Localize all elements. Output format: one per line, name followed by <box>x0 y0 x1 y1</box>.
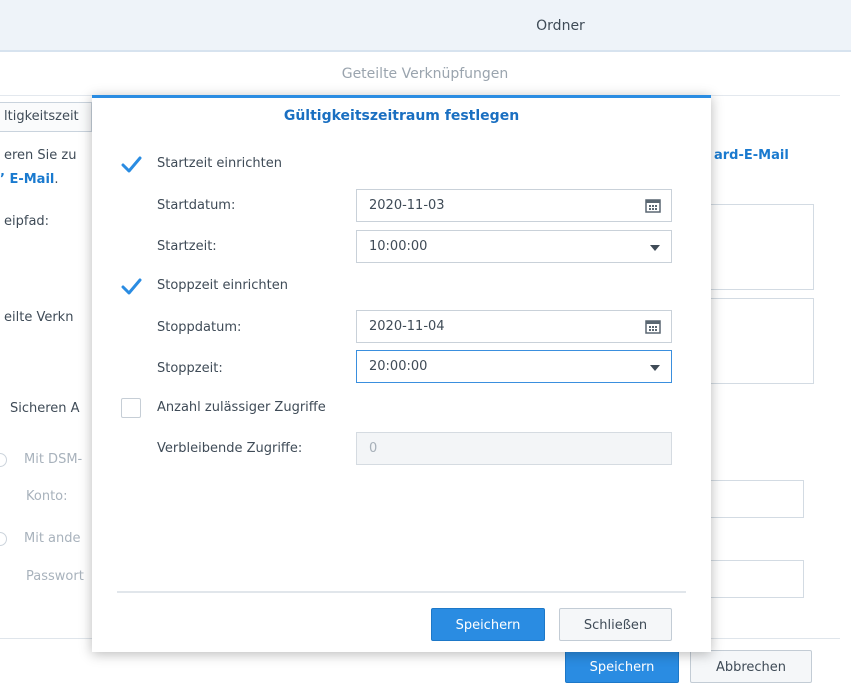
window-title: Ordner <box>536 18 585 34</box>
stop-time-select[interactable]: 20:00:00 <box>356 350 672 383</box>
dialog-close-button[interactable]: Schließen <box>559 608 672 641</box>
background-cancel-button[interactable]: Abbrechen <box>690 650 812 683</box>
access-count-checkbox[interactable] <box>121 398 141 418</box>
password-label: Passwort <box>26 569 84 584</box>
background-save-button[interactable]: Speichern <box>565 650 679 683</box>
validity-tab[interactable]: ltigkeitszeit <box>0 102 92 132</box>
stop-time-checkbox-label[interactable]: Stoppzeit einrichten <box>157 278 288 293</box>
description-suffix: . <box>54 172 59 187</box>
chevron-down-icon[interactable] <box>650 365 660 371</box>
remaining-access-label: Verbleibende Zugriffe: <box>157 441 303 456</box>
secure-access-label: Sicheren A <box>10 401 80 416</box>
stop-time-value: 20:00:00 <box>369 359 428 374</box>
calendar-icon[interactable] <box>645 320 661 334</box>
standard-email-link[interactable]: ard-E-Mail <box>714 148 789 163</box>
window-title-bar: Ordner <box>0 0 851 52</box>
access-count-checkbox-label[interactable]: Anzahl zulässiger Zugriffe <box>157 400 326 415</box>
validity-period-dialog: Gültigkeitszeitraum festlegen Startzeit … <box>92 95 711 652</box>
dialog-save-button[interactable]: Speichern <box>431 608 545 641</box>
start-time-checkbox-label[interactable]: Startzeit einrichten <box>157 156 282 171</box>
other-account-label: Mit ande <box>24 531 81 546</box>
dsm-account-label: Mit DSM- <box>24 452 83 467</box>
file-path-label: eipfad: <box>4 214 50 229</box>
other-account-radio[interactable] <box>0 532 7 546</box>
shared-link-label: eilte Verkn <box>4 310 74 325</box>
start-time-select[interactable]: 10:00:00 <box>356 230 672 263</box>
chevron-down-icon[interactable] <box>650 245 660 251</box>
password-input[interactable] <box>700 560 804 598</box>
file-path-box <box>700 204 814 290</box>
dialog-footer-divider <box>117 591 686 593</box>
remaining-access-value: 0 <box>369 441 378 456</box>
stop-date-field[interactable]: 2020-11-04 <box>356 310 672 343</box>
calendar-icon[interactable] <box>645 199 661 213</box>
start-date-value: 2020-11-03 <box>369 198 445 213</box>
background-dialog-title: Geteilte Verknüpfungen <box>0 52 840 96</box>
email-link[interactable]: E-Mail <box>9 172 54 187</box>
start-date-field[interactable]: 2020-11-03 <box>356 189 672 222</box>
dialog-title: Gültigkeitszeitraum festlegen <box>283 108 520 124</box>
remaining-access-input[interactable]: 0 <box>356 432 672 465</box>
checkmark-icon[interactable] <box>120 276 142 298</box>
start-date-label: Startdatum: <box>157 198 236 213</box>
stop-date-label: Stoppdatum: <box>157 320 242 335</box>
stop-time-label: Stoppzeit: <box>157 361 223 376</box>
checkmark-icon[interactable] <box>120 154 142 176</box>
shared-link-box <box>700 298 814 384</box>
start-time-value: 10:00:00 <box>369 239 428 254</box>
description-text: eren Sie zu <box>4 148 77 163</box>
description-line-2: ’ E-Mail. <box>0 172 59 187</box>
account-label: Konto: <box>26 489 68 504</box>
dsm-account-radio[interactable] <box>0 453 7 467</box>
start-time-label: Startzeit: <box>157 239 217 254</box>
stop-date-value: 2020-11-04 <box>369 319 445 334</box>
account-input[interactable] <box>700 480 804 518</box>
